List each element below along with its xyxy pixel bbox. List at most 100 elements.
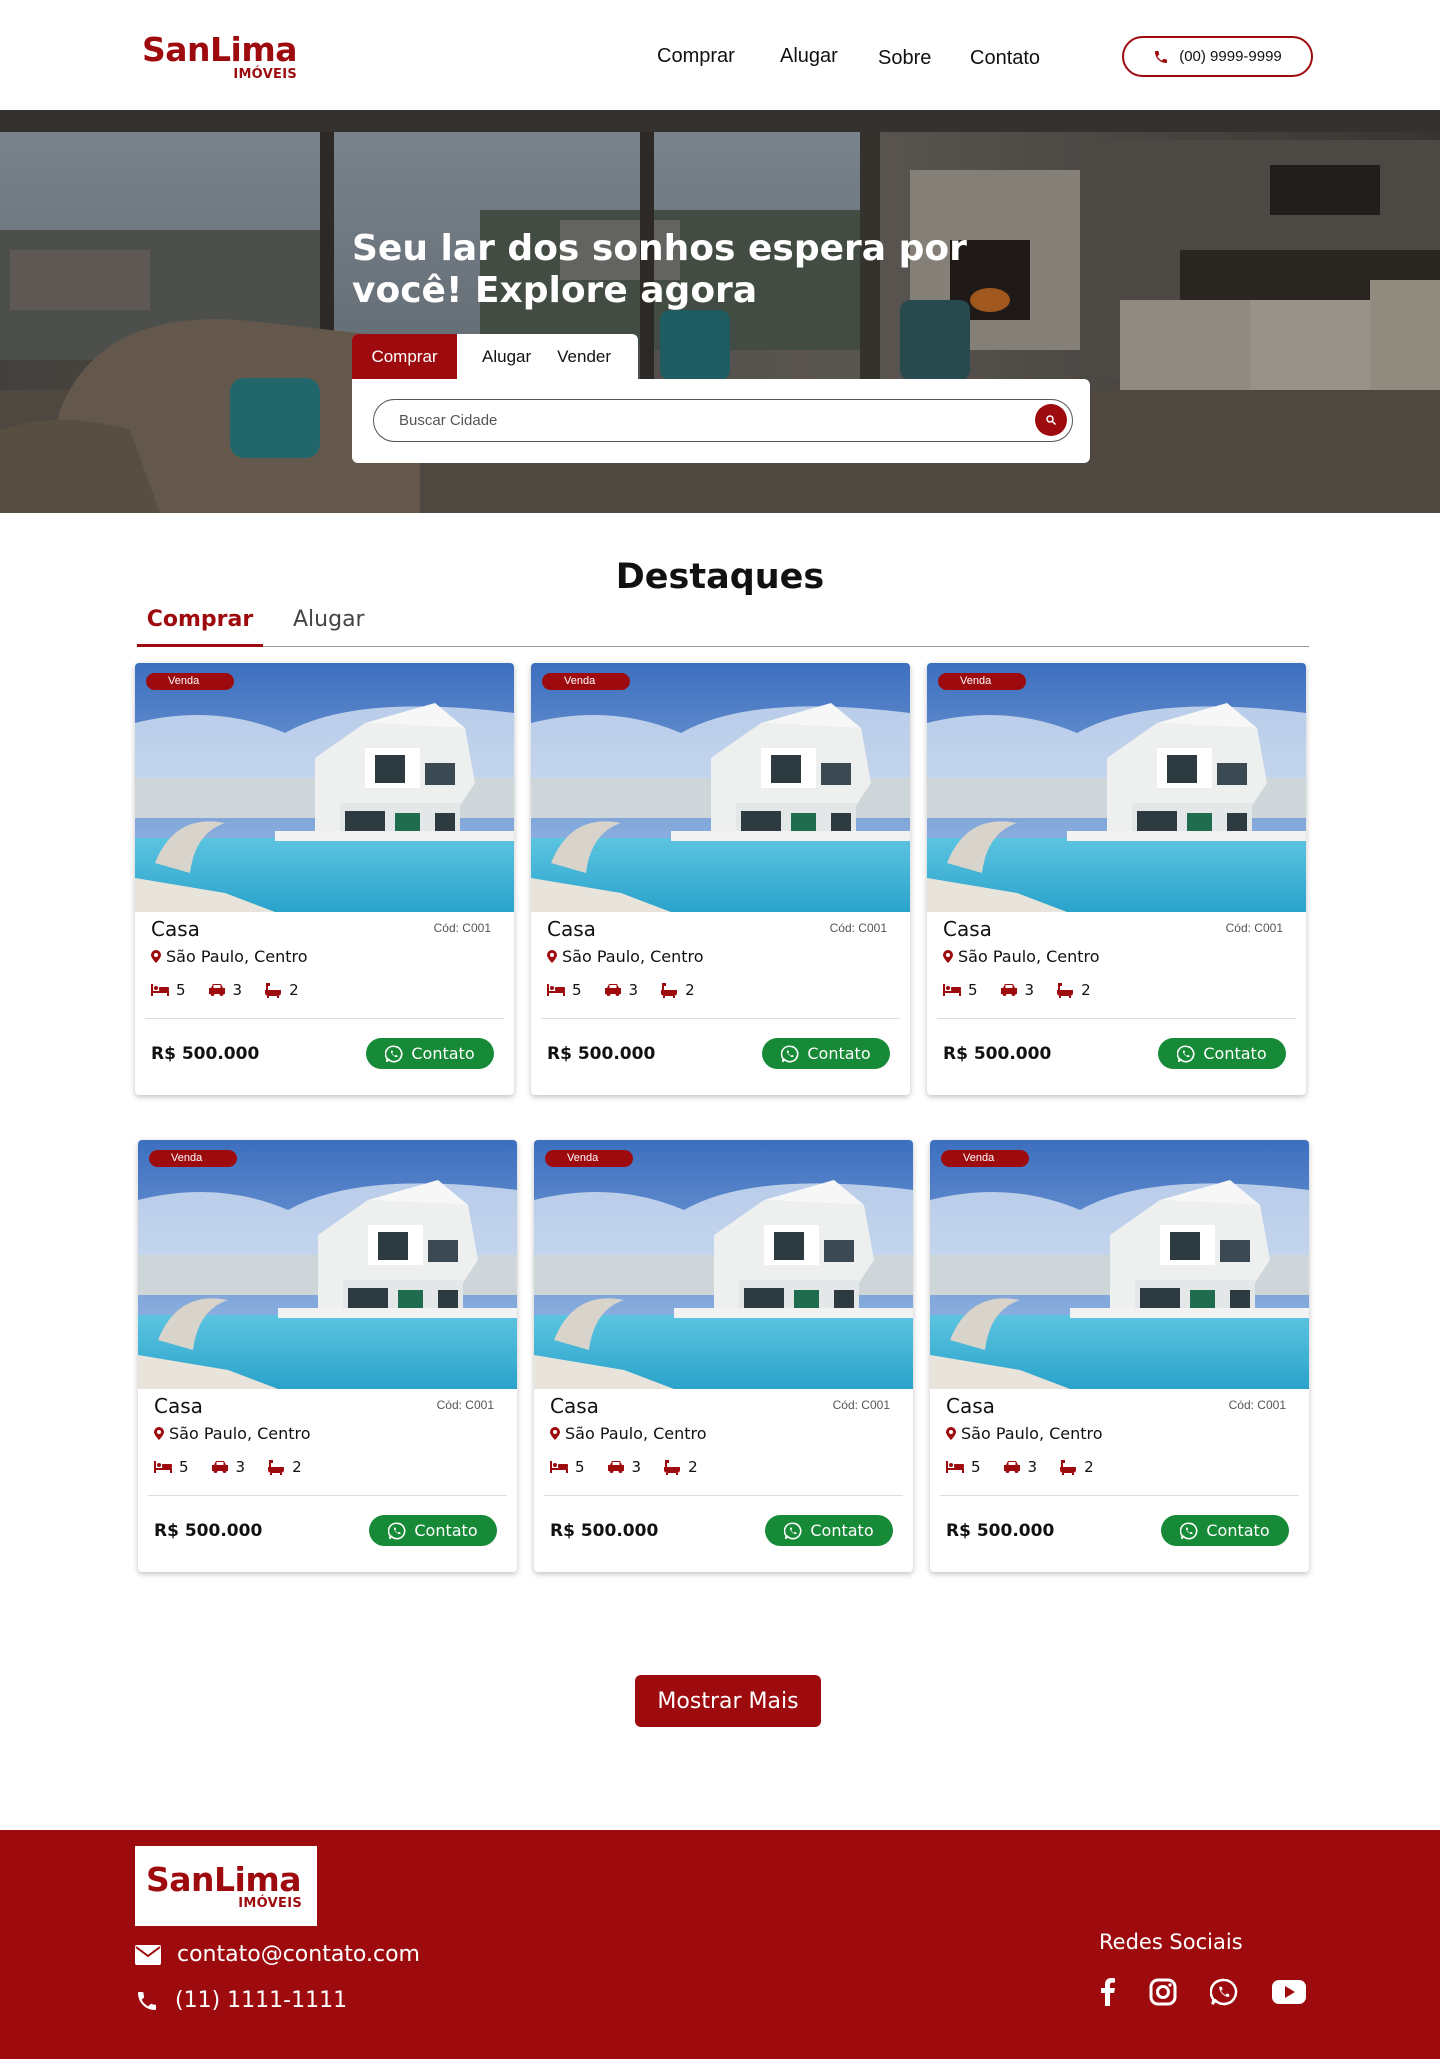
property-type: Casa [151,917,200,941]
location-label: São Paulo, Centro [169,1424,311,1443]
property-code: Cód: C001 [436,1398,494,1412]
contact-button[interactable]: Contato [1161,1515,1289,1546]
property-features: 5 3 2 [946,1458,1094,1476]
phone-icon [138,1991,156,2010]
property-features: 5 3 2 [550,1458,698,1476]
property-price: R$ 500.000 [946,1521,1055,1541]
contact-button[interactable]: Contato [765,1515,893,1546]
property-type: Casa [547,917,596,941]
contact-button[interactable]: Contato [369,1515,497,1546]
feature-bathrooms: 2 [663,1458,698,1476]
footer-logo[interactable]: SanLima IMÓVEIS [135,1846,317,1926]
bathrooms-count: 2 [1084,1458,1094,1476]
bathrooms-count: 2 [289,981,299,999]
divider [940,1495,1299,1496]
featured-tab-alugar[interactable]: Alugar [293,607,365,632]
contact-label: Contato [1203,1044,1267,1063]
logo-sub: IMÓVEIS [233,67,298,82]
property-location: São Paulo, Centro [943,947,1100,966]
logo-name: SanLima [142,30,298,69]
contact-button[interactable]: Contato [366,1038,494,1069]
property-image[interactable] [531,663,910,912]
property-image[interactable] [534,1140,913,1389]
property-image[interactable] [927,663,1306,912]
property-type: Casa [943,917,992,941]
search-tab-alugar[interactable]: Alugar [457,334,544,379]
location-label: São Paulo, Centro [958,947,1100,966]
property-price: R$ 500.000 [154,1521,263,1541]
search-tab-comprar[interactable]: Comprar [352,334,457,379]
instagram-icon[interactable] [1149,1978,1177,2006]
property-price: R$ 500.000 [547,1044,656,1064]
property-location: São Paulo, Centro [550,1424,707,1443]
bathrooms-count: 2 [685,981,695,999]
bedrooms-count: 5 [179,1458,189,1476]
property-card[interactable]: Venda Casa Cód: C001 São Paulo, Centro 5… [138,1140,517,1572]
location-label: São Paulo, Centro [562,947,704,966]
footer-logo-sub: IMÓVEIS [238,1896,302,1911]
search-placeholder: Buscar Cidade [399,412,498,429]
location-label: São Paulo, Centro [565,1424,707,1443]
bath-icon [268,1460,285,1475]
show-more-button[interactable]: Mostrar Mais [635,1675,821,1727]
property-code: Cód: C001 [829,921,887,935]
search-tab-vender[interactable]: Vender [544,334,629,379]
property-card[interactable]: Venda Casa Cód: C001 São Paulo, Centro 5… [534,1140,913,1572]
search-input[interactable]: Buscar Cidade [373,399,1073,442]
property-image[interactable] [138,1140,517,1389]
featured-tab-comprar[interactable]: Comprar [137,607,263,647]
bath-icon [265,983,282,998]
whatsapp-icon[interactable] [1210,1978,1238,2006]
property-location: São Paulo, Centro [946,1424,1103,1443]
location-label: São Paulo, Centro [166,947,308,966]
car-icon [1003,1461,1020,1473]
property-card[interactable]: Venda Casa Cód: C001 São Paulo, Centro 5… [930,1140,1309,1572]
property-code: Cód: C001 [1225,921,1283,935]
property-features: 5 3 2 [151,981,299,999]
sale-badge: Venda [941,1150,1029,1167]
property-card[interactable]: Venda Casa Cód: C001 São Paulo, Centro 5… [135,663,514,1095]
bedrooms-count: 5 [176,981,186,999]
footer-email[interactable]: contato@contato.com [135,1942,420,1967]
search-button[interactable] [1035,404,1067,436]
contact-label: Contato [807,1044,871,1063]
whatsapp-icon [1180,1521,1198,1540]
phone-button[interactable]: (00) 9999-9999 [1122,36,1313,77]
facebook-icon[interactable] [1097,1978,1117,2006]
footer-phone[interactable]: (11) 1111-1111 [135,1988,347,2013]
bedrooms-count: 5 [971,1458,981,1476]
logo[interactable]: SanLima IMÓVEIS [142,30,298,83]
property-image[interactable] [135,663,514,912]
bed-icon [154,1461,172,1473]
feature-bedrooms: 5 [154,1458,189,1476]
phone-icon [1155,50,1168,63]
parking-count: 3 [1024,981,1035,999]
footer-email-label: contato@contato.com [177,1942,420,1967]
feature-parking: 3 [607,1458,641,1476]
location-pin-icon [154,1427,164,1440]
feature-parking: 3 [211,1458,245,1476]
nav-comprar[interactable]: Comprar [657,45,735,68]
property-card[interactable]: Venda Casa Cód: C001 São Paulo, Centro 5… [531,663,910,1095]
youtube-icon[interactable] [1272,1978,1306,2006]
parking-count: 3 [1027,1458,1038,1476]
property-card[interactable]: Venda Casa Cód: C001 São Paulo, Centro 5… [927,663,1306,1095]
section-title: Destaques [615,557,825,597]
contact-button[interactable]: Contato [1158,1038,1286,1069]
bath-icon [661,983,678,998]
mail-icon [135,1944,161,1965]
nav-contato[interactable]: Contato [970,47,1040,70]
bathrooms-count: 2 [688,1458,698,1476]
location-pin-icon [151,950,161,963]
divider [145,1018,504,1019]
nav-alugar[interactable]: Alugar [780,45,838,68]
site-header: SanLima IMÓVEIS Comprar Alugar Sobre Con… [0,0,1440,110]
bed-icon [946,1461,964,1473]
bed-icon [943,984,961,996]
parking-count: 3 [232,981,243,999]
property-type: Casa [946,1394,995,1418]
nav-sobre[interactable]: Sobre [878,47,931,70]
whatsapp-icon [784,1521,802,1540]
contact-button[interactable]: Contato [762,1038,890,1069]
property-image[interactable] [930,1140,1309,1389]
